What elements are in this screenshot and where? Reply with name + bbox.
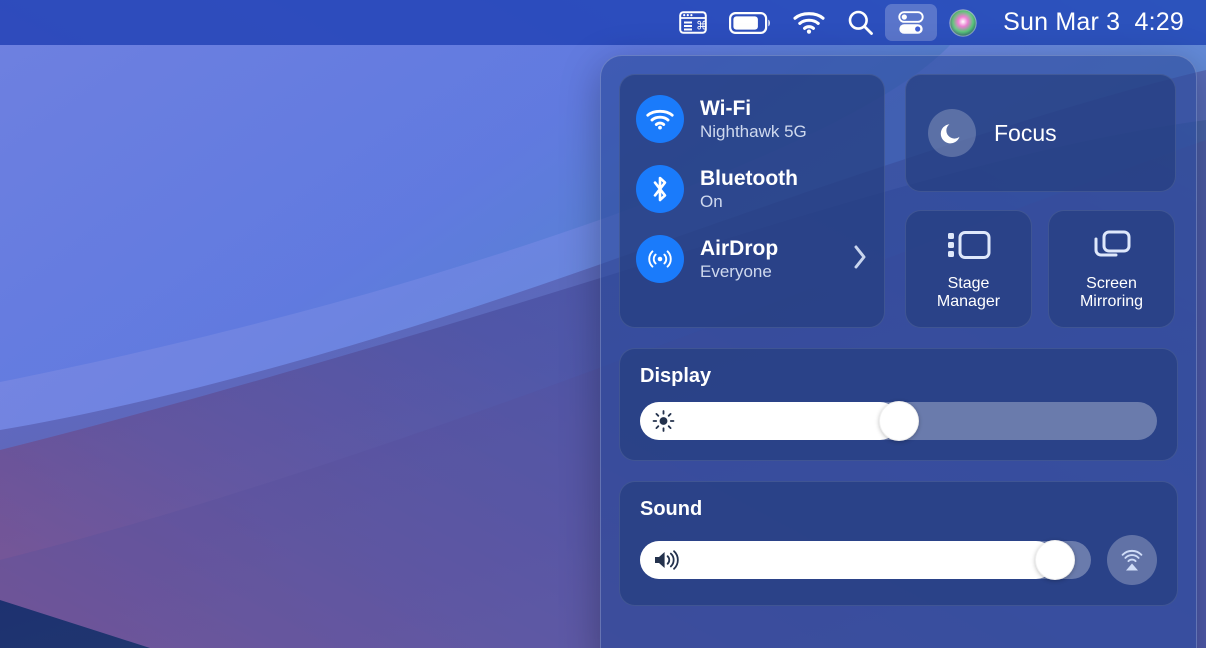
sound-title: Sound	[640, 498, 1157, 521]
sound-module: Sound	[619, 481, 1178, 606]
chevron-right-icon[interactable]	[853, 244, 868, 275]
brightness-slider[interactable]	[640, 402, 1157, 440]
display-slider-row	[640, 402, 1157, 440]
focus-module[interactable]: Focus	[905, 74, 1176, 192]
brightness-icon	[652, 410, 675, 433]
bluetooth-status: On	[700, 192, 798, 211]
airdrop-title: AirDrop	[700, 237, 778, 261]
menu-bar: ⌘	[0, 0, 1206, 45]
airdrop-text: AirDrop Everyone	[700, 237, 778, 282]
volume-icon	[652, 549, 680, 571]
sound-slider-row	[640, 535, 1157, 585]
shortcuts-icon[interactable]: ⌘	[668, 4, 718, 41]
screen-mirroring-tile[interactable]: Screen Mirroring	[1048, 210, 1175, 328]
brightness-slider-fill	[640, 402, 899, 440]
control-center-tile-row: Stage Manager Screen Mirroring	[905, 210, 1176, 328]
wifi-icon[interactable]	[782, 4, 836, 41]
wifi-row[interactable]: Wi-Fi Nighthawk 5G	[636, 95, 868, 143]
volume-slider-fill	[640, 541, 1055, 579]
control-center-panel: Wi-Fi Nighthawk 5G Bluetooth On	[600, 55, 1197, 648]
battery-icon[interactable]	[718, 4, 782, 41]
control-center-icon[interactable]	[885, 4, 937, 41]
bluetooth-text: Bluetooth On	[700, 167, 798, 212]
search-icon[interactable]	[836, 4, 885, 41]
focus-label: Focus	[994, 120, 1057, 147]
control-center-right-column: Focus Stage Manager	[905, 74, 1176, 328]
airplay-icon[interactable]	[1107, 535, 1157, 585]
stage-manager-label-line1: Stage	[948, 275, 990, 292]
volume-slider-knob[interactable]	[1035, 540, 1075, 580]
control-center-top-row: Wi-Fi Nighthawk 5G Bluetooth On	[619, 74, 1178, 328]
airdrop-status: Everyone	[700, 262, 778, 281]
stage-manager-label: Stage Manager	[937, 275, 1000, 311]
airdrop-icon[interactable]	[636, 235, 684, 283]
brightness-slider-knob[interactable]	[879, 401, 919, 441]
bluetooth-title: Bluetooth	[700, 167, 798, 191]
siri-icon[interactable]	[937, 4, 989, 41]
menubar-clock[interactable]: Sun Mar 3 4:29	[989, 8, 1190, 37]
screen-mirroring-icon	[1091, 228, 1133, 267]
bluetooth-icon[interactable]	[636, 165, 684, 213]
stage-manager-tile[interactable]: Stage Manager	[905, 210, 1032, 328]
moon-icon	[928, 109, 976, 157]
airdrop-row[interactable]: AirDrop Everyone	[636, 235, 868, 283]
screen-mirroring-label-line2: Mirroring	[1080, 293, 1143, 310]
display-title: Display	[640, 365, 1157, 388]
display-module: Display	[619, 348, 1178, 461]
connectivity-module: Wi-Fi Nighthawk 5G Bluetooth On	[619, 74, 885, 328]
wifi-text: Wi-Fi Nighthawk 5G	[700, 97, 807, 142]
volume-slider[interactable]	[640, 541, 1091, 579]
wifi-title: Wi-Fi	[700, 97, 807, 121]
wifi-icon[interactable]	[636, 95, 684, 143]
wifi-status: Nighthawk 5G	[700, 122, 807, 141]
stage-manager-icon	[946, 228, 992, 267]
svg-text:⌘: ⌘	[696, 19, 707, 33]
screen-mirroring-label: Screen Mirroring	[1080, 275, 1143, 311]
bluetooth-row[interactable]: Bluetooth On	[636, 165, 868, 213]
stage-manager-label-line2: Manager	[937, 293, 1000, 310]
screen-mirroring-label-line1: Screen	[1086, 275, 1137, 292]
